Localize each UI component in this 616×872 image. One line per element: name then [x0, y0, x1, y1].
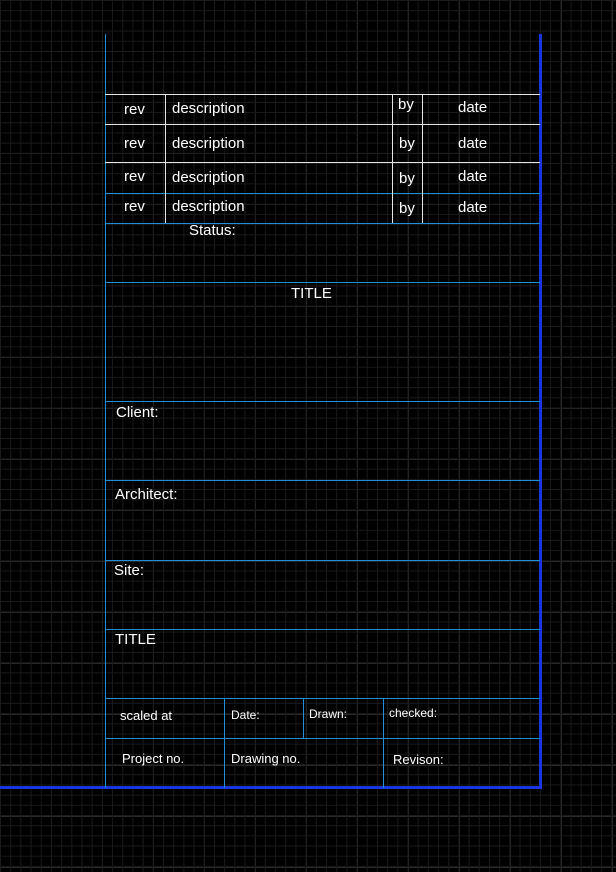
client-section-divider — [105, 480, 540, 481]
revision-rev-cell: rev — [124, 101, 145, 118]
revision-col-divider — [392, 94, 393, 223]
revision-date-cell: date — [458, 199, 488, 216]
footer-row-divider — [105, 738, 540, 739]
drawn-label: Drawn: — [309, 707, 348, 721]
revision-date-cell: date — [458, 99, 488, 116]
checked-label: checked: — [389, 706, 438, 720]
revision-rev-cell: rev — [124, 168, 145, 185]
drawing-number-label: Drawing no. — [231, 751, 301, 766]
architect-section-divider — [105, 560, 540, 561]
revision-label: Revison: — [393, 752, 444, 767]
revision-date-cell: date — [458, 135, 488, 152]
revision-by-cell: by — [399, 200, 415, 217]
revision-table-bottom-line — [105, 223, 540, 224]
revision-row-divider — [105, 124, 540, 125]
cad-drawing-canvas: rev description by date rev description … — [0, 0, 616, 872]
client-label: Client: — [116, 404, 159, 421]
drawing-border-bottom — [0, 786, 542, 789]
revision-description-cell: description — [172, 100, 245, 117]
revision-table-top-line — [105, 94, 540, 95]
revision-by-cell: by — [399, 170, 415, 187]
project-number-label: Project no. — [122, 751, 185, 766]
footer-col-divider — [383, 698, 384, 788]
revision-by-cell: by — [399, 135, 415, 152]
revision-row-divider — [105, 193, 540, 194]
revision-col-divider — [422, 94, 423, 223]
status-section-divider — [105, 282, 540, 283]
revision-row-divider — [105, 162, 540, 163]
drawing-title: TITLE — [291, 285, 332, 302]
footer-col-divider — [224, 698, 225, 788]
title-section-divider — [105, 401, 540, 402]
project-title: TITLE — [115, 631, 156, 648]
revision-description-cell: description — [172, 135, 245, 152]
revision-rev-cell: rev — [124, 198, 145, 215]
revision-date-cell: date — [458, 168, 488, 185]
title-block-left-edge — [105, 34, 106, 788]
revision-col-divider — [165, 94, 166, 223]
site-section-divider — [105, 629, 540, 630]
revision-by-cell: by — [398, 96, 414, 113]
project-title-section-divider — [105, 698, 540, 699]
date-label: Date: — [231, 708, 260, 722]
status-label: Status: — [189, 222, 236, 239]
scale-label: scaled at — [120, 708, 173, 723]
footer-col-divider — [303, 698, 304, 738]
revision-description-cell: description — [172, 169, 245, 186]
revision-description-cell: description — [172, 198, 245, 215]
drawing-border-right — [539, 34, 542, 789]
site-label: Site: — [114, 562, 145, 579]
architect-label: Architect: — [115, 486, 178, 503]
revision-rev-cell: rev — [124, 135, 145, 152]
